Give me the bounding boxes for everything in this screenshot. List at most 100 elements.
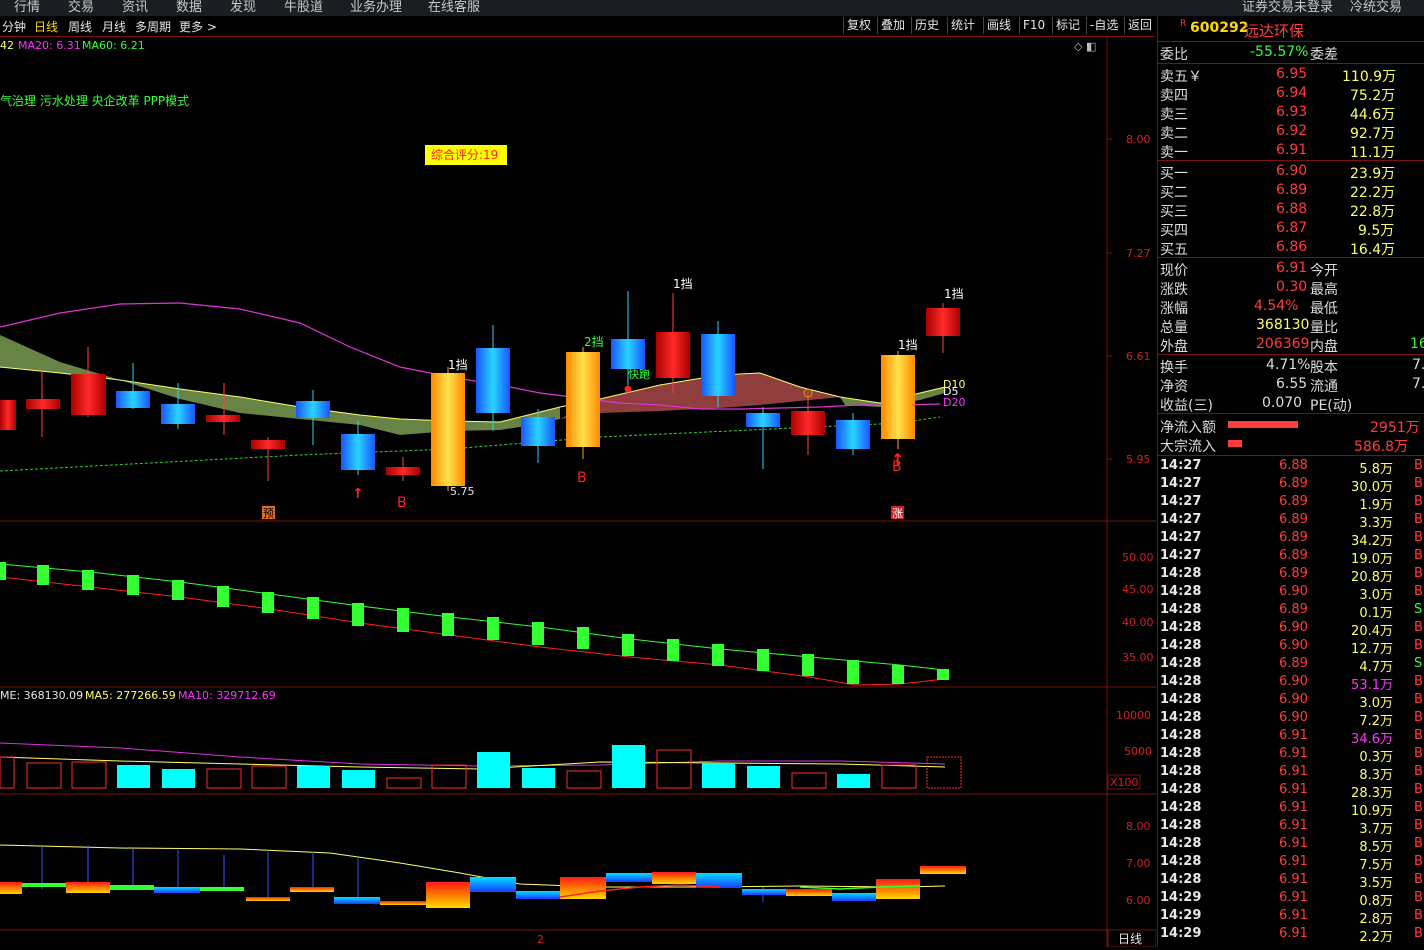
vol-bar [342,770,375,788]
sell2-row: 卖二 6.92 92.7万 [1158,122,1424,142]
buy-label: 买一 [1160,166,1188,182]
panel2-y-tick: 45.00 [1122,583,1154,596]
btn-biaoji[interactable]: 标记 [1052,17,1083,34]
panel4-block [334,897,380,904]
chart-settings-icon[interactable]: ◇ ◧ [1074,40,1096,53]
tick-side: B [1414,926,1423,941]
panel2-bar [667,639,679,661]
vol-bar [656,749,692,789]
vol-bar [881,764,917,789]
btn-fuquan[interactable]: 复权 [843,17,874,34]
tick-time: 14:28 [1160,728,1202,743]
tick-price: 6.89 [1279,548,1308,563]
nav-shuju[interactable]: 数据 [176,0,202,15]
tick-row: 14:29 6.91 2.2万 B [1158,925,1424,945]
more-menu[interactable]: 更多 > [179,18,217,35]
tick-side: B [1414,458,1423,473]
block-row: 大宗流入 586.8万 [1158,435,1424,455]
period-day[interactable]: 日线 [34,18,58,35]
candle[interactable] [296,401,330,418]
tick-time: 14:29 [1160,890,1202,905]
candle[interactable] [386,467,420,475]
page-marker: 2 [537,933,544,946]
candle[interactable] [26,399,60,409]
candle[interactable] [116,391,150,408]
tick-time: 14:29 [1160,926,1202,941]
candle[interactable] [611,339,645,369]
candle[interactable] [251,440,285,449]
nav-hangqing[interactable]: 行情 [14,0,40,15]
candle[interactable] [881,355,915,439]
candle[interactable] [926,308,960,336]
tick-row: 14:28 6.91 0.3万 B [1158,745,1424,765]
tick-price: 6.89 [1279,602,1308,617]
btn-diejia[interactable]: 叠加 [877,17,908,34]
kuaipao-label: 快跑 [628,367,650,381]
nav-login[interactable]: 证券交易未登录 [1242,0,1333,15]
vol-y-tick: 5000 [1124,745,1152,758]
panel4-block [832,893,876,901]
candle[interactable] [0,400,16,430]
period-multi[interactable]: 多周期 [135,18,171,35]
nav-trade[interactable]: 冷统交易 [1350,0,1402,15]
stat-value: 206369 [1256,336,1310,352]
tick-price: 6.91 [1279,854,1308,869]
candle[interactable] [521,417,555,446]
signal-label: 1挡 [448,358,468,372]
tick-price: 6.89 [1279,476,1308,491]
candle[interactable] [656,332,690,378]
panel2-y-tick: 40.00 [1122,616,1154,629]
netflow-row: 净流入额 2951万 [1158,416,1424,436]
btn-tongji[interactable]: 统计 [947,17,978,34]
candle[interactable] [476,348,510,413]
btn-fanhui[interactable]: 返回 [1124,17,1155,34]
candle[interactable] [701,334,735,396]
btn-huaxian[interactable]: 画线 [983,17,1014,34]
btn-zixuan[interactable]: -自选 [1086,17,1121,34]
panel4-block [426,882,470,908]
netflow-bar [1228,421,1298,428]
nav-faxian[interactable]: 发现 [230,0,256,15]
period-label[interactable]: 日线 [1118,932,1142,946]
panel2-bar [622,634,634,656]
vol-bar [477,752,510,788]
kline-chart-area[interactable]: 8.00 7.27 6.61 5.95 42 MA20: 6.31 MA60: … [0,37,1157,948]
buy-label: 买三 [1160,204,1188,220]
btn-lishi[interactable]: 历史 [911,17,942,34]
tick-side: S [1414,656,1423,671]
stat2-label: 净资 [1160,379,1188,395]
candle[interactable] [746,413,780,427]
tick-side: B [1414,800,1423,815]
nav-yewu[interactable]: 业务办理 [350,0,402,15]
panel4-block [786,889,832,896]
period-month[interactable]: 月线 [102,18,126,35]
nav-jiaoyi[interactable]: 交易 [68,0,94,15]
vol-bar [386,777,422,789]
period-week[interactable]: 周线 [68,18,92,35]
sell-label: 卖三 [1160,107,1188,123]
tick-row: 14:27 6.89 1.9万 B [1158,493,1424,513]
weibi-label: 委比 [1160,47,1188,63]
nav-zixun[interactable]: 资讯 [122,0,148,15]
vol-bar [926,756,962,789]
candle[interactable] [431,373,465,486]
btn-f10[interactable]: F10 [1019,17,1048,34]
panel4-y-tick: 6.00 [1126,894,1151,907]
candle[interactable] [566,352,600,447]
period-minute[interactable]: 分钟 [2,18,26,35]
candle[interactable] [791,411,825,435]
stock-code: 600292 [1190,20,1249,36]
candle[interactable] [71,374,106,415]
tick-time: 14:28 [1160,854,1202,869]
buy1-row: 买一 6.90 23.9万 [1158,162,1424,182]
nav-kefu[interactable]: 在线客服 [428,0,480,15]
sell-price: 6.93 [1276,104,1308,120]
tick-price: 6.91 [1279,764,1308,779]
tick-row: 14:28 6.91 34.6万 B [1158,727,1424,747]
candle[interactable] [341,434,375,470]
candle[interactable] [161,404,195,424]
nav-niugudao[interactable]: 牛股道 [284,0,323,15]
candle[interactable] [206,415,240,422]
vol-bar [162,769,195,788]
candle[interactable] [836,420,870,449]
